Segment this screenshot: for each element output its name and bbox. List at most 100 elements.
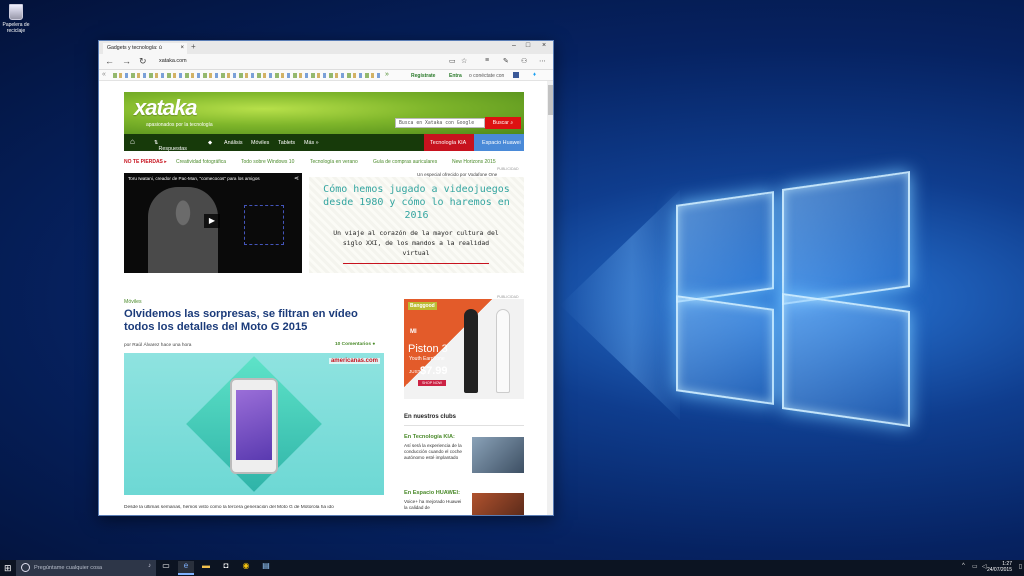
nav-respuestas[interactable]: ⇅ Respuestas (154, 140, 187, 152)
ad-label: PUBLICIDAD (497, 167, 519, 171)
taskbar-clock[interactable]: 1:27 24/07/2015 (987, 561, 1012, 573)
scrollbar-thumb[interactable] (548, 85, 553, 115)
cortana-icon (21, 563, 30, 572)
site-logo[interactable]: xataka (134, 95, 198, 121)
sidebar-ad[interactable]: Banggood MI Piston 3 Youth Earphone JUST… (404, 299, 524, 399)
promo-title: Cómo hemos jugado a videojuegos desde 19… (323, 184, 510, 221)
app-icon[interactable]: ▤ (258, 561, 274, 575)
comments-link[interactable]: 10 Comentarios ● (335, 342, 375, 347)
club-item-text[interactable]: Así será la experiencia de la conducción… (404, 443, 466, 461)
subnav-label: NO TE PIERDAS ▸ (124, 159, 167, 165)
volume-icon[interactable]: ◁ (982, 563, 987, 570)
article-headline[interactable]: Olvidemos las sorpresas, se filtran en v… (124, 308, 384, 334)
article-hero-image[interactable]: americanas.com (124, 353, 384, 495)
site-search-input[interactable]: Busca en Xataka con Google (395, 118, 485, 128)
ad-price: $7.99 (420, 365, 448, 377)
site-shortcut-icons[interactable] (113, 73, 383, 78)
forward-button[interactable]: → (122, 56, 131, 66)
subnav-item[interactable]: Tecnología en verano (310, 159, 358, 165)
subnav-item[interactable]: New Horizons 2015 (452, 159, 496, 165)
club-item-text[interactable]: Voice+ ha mejorado Huawei la calidad de (404, 499, 466, 511)
chrome-icon[interactable]: ◉ (238, 561, 254, 575)
favorite-star-icon[interactable]: ☆ (461, 57, 467, 65)
scrollbar[interactable] (547, 81, 553, 515)
twitter-icon[interactable]: ♦ (533, 72, 536, 78)
task-view-icon[interactable]: ▭ (158, 561, 174, 575)
store-icon[interactable]: ◘ (218, 561, 234, 575)
site-toolbar: « » Regístrate Entra o conéctate con ♦ (99, 70, 553, 81)
recycle-bin-desktop-icon[interactable]: Papelera de reciclaje (2, 4, 30, 34)
close-window-button[interactable]: × (537, 42, 551, 49)
refresh-button[interactable]: ↻ (139, 56, 147, 67)
article-body: Desde la últimas semanas, hemos visto co… (124, 505, 334, 510)
site-header: xataka apasionados por la tecnología Bus… (124, 92, 524, 134)
more-icon[interactable]: ⋯ (539, 57, 546, 65)
action-center-icon[interactable]: ▯ (1019, 563, 1022, 570)
tray-chevron-icon[interactable]: ^ (962, 563, 965, 569)
file-explorer-icon[interactable]: ▬ (198, 561, 214, 575)
promo-divider (343, 263, 489, 264)
registrate-link[interactable]: Regístrate (411, 73, 435, 79)
video-player[interactable]: Toru Iwatani, creador de Pac-Man, "comec… (124, 173, 302, 273)
article-byline: por Raúl Álvarez hace una hora (124, 343, 192, 348)
nav-tablets[interactable]: Tablets (278, 140, 295, 146)
play-icon[interactable]: ▶ (204, 214, 220, 228)
browser-tab[interactable]: Gadgets y tecnología: ú × (103, 43, 187, 54)
promo-banner[interactable]: Cómo hemos jugado a videojuegos desde 19… (309, 177, 524, 273)
promo-subtitle: Un viaje al corazón de la mayor cultura … (333, 229, 499, 257)
start-button-windows-icon[interactable]: ⊞ (4, 563, 12, 574)
back-button[interactable]: ← (105, 56, 114, 66)
windows-logo-pane-tl (676, 191, 774, 303)
nav-espacio-huawei[interactable]: Espacio Huawei (474, 134, 524, 151)
nav-mas[interactable]: Más » (304, 140, 319, 146)
maximize-button[interactable]: □ (521, 42, 535, 49)
scroll-left-icon[interactable]: « (102, 71, 106, 78)
network-icon[interactable]: ▭ (972, 563, 978, 570)
main-nav: ⌂ ⇅ Respuestas ◆ Análisis Móviles Tablet… (124, 134, 524, 152)
nav-tecnologia-kia[interactable]: Tecnología KIA (424, 134, 474, 151)
video-frame-pacman-maze (244, 205, 284, 245)
club-item-thumbnail[interactable] (472, 493, 524, 515)
divider (404, 425, 524, 426)
clubs-heading: En nuestros clubs (404, 414, 457, 420)
new-tab-button[interactable]: + (191, 42, 196, 51)
microphone-icon[interactable]: ♪ (148, 563, 151, 569)
entra-link[interactable]: Entra (449, 73, 462, 79)
ad-shop-now-button[interactable]: SHOP NOW (418, 380, 446, 386)
video-share-icon[interactable]: ⋖ (294, 175, 299, 182)
video-title: Toru Iwatani, creador de Pac-Man, "comec… (128, 176, 260, 181)
share-icon[interactable]: ⚇ (521, 57, 527, 65)
edge-icon[interactable]: e (178, 561, 194, 575)
nav-respuestas-label: Respuestas (158, 146, 187, 152)
web-note-icon[interactable]: ✎ (503, 57, 509, 65)
url-field[interactable]: xataka.com (159, 58, 187, 64)
cortana-search-box[interactable]: Pregúntame cualquier cosa ♪ (16, 560, 156, 576)
subnav-item[interactable]: Todo sobre Windows 10 (241, 159, 294, 165)
tab-close-icon[interactable]: × (180, 45, 184, 51)
windows-logo-pane-bl (676, 295, 774, 405)
club-item-title[interactable]: En Espacio HUAWEI: (404, 490, 460, 496)
comment-bubble-icon: ● (372, 342, 376, 347)
edge-browser-window: Gadgets y tecnología: ú × + – □ × ← → ↻ … (98, 40, 554, 516)
home-icon[interactable]: ⌂ (130, 137, 135, 146)
earphone-black-image (464, 309, 478, 393)
ad-just: JUST (409, 369, 421, 374)
facebook-icon[interactable] (513, 72, 519, 78)
web-page: xataka apasionados por la tecnología Bus… (99, 81, 547, 515)
scroll-right-icon[interactable]: » (385, 71, 389, 78)
site-tagline: apasionados por la tecnología (146, 122, 213, 128)
subnav-item[interactable]: Creatividad fotográfica (176, 159, 226, 165)
club-item-title[interactable]: En Tecnología KIA: (404, 434, 455, 440)
image-watermark: americanas.com (328, 358, 380, 364)
nav-analisis[interactable]: Análisis (224, 140, 243, 146)
minimize-button[interactable]: – (507, 42, 521, 49)
reading-view-icon[interactable]: ▭ (449, 57, 456, 65)
hub-icon[interactable]: ≡ (485, 57, 489, 64)
search-button-label: Buscar (492, 120, 509, 126)
club-item-thumbnail[interactable] (472, 437, 524, 473)
subnav-item[interactable]: Guía de compras auriculares (373, 159, 437, 165)
nav-moviles[interactable]: Móviles (251, 140, 269, 146)
search-button[interactable]: Buscar ⌕ (485, 117, 521, 129)
clock-date: 24/07/2015 (986, 567, 1012, 573)
article-category[interactable]: Móviles (124, 299, 142, 305)
